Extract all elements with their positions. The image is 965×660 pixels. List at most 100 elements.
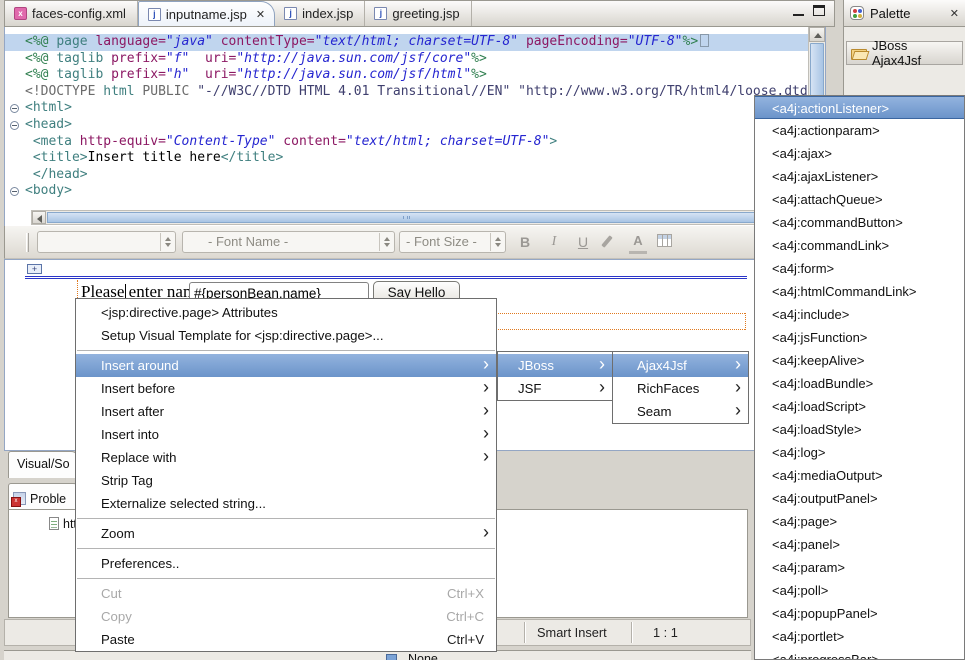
- menu-item-jboss[interactable]: JBoss›: [498, 354, 612, 377]
- menu-item-copy[interactable]: CopyCtrl+C: [76, 605, 496, 628]
- close-icon[interactable]: ✕: [950, 7, 959, 20]
- palette-item-a4j-loadstyle[interactable]: <a4j:loadStyle>: [755, 418, 964, 441]
- palette-item-a4j-ajaxlistener[interactable]: <a4j:ajaxListener>: [755, 165, 964, 188]
- menu-item-replace-with[interactable]: Replace with›: [76, 446, 496, 469]
- palette-item-a4j-commandbutton[interactable]: <a4j:commandButton>: [755, 211, 964, 234]
- menu-item-externalize-selected-string[interactable]: Externalize selected string...: [76, 492, 496, 515]
- menu-item-cut[interactable]: CutCtrl+X: [76, 582, 496, 605]
- code-line[interactable]: <head>: [5, 117, 808, 134]
- menu-item-label: Strip Tag: [101, 469, 484, 492]
- palette-item-a4j-portlet[interactable]: <a4j:portlet>: [755, 625, 964, 648]
- fold-collapse-icon[interactable]: [10, 104, 19, 113]
- status-divider: [631, 622, 632, 643]
- table-icon[interactable]: [657, 234, 672, 247]
- format-toolbar: - Font Name - - Font Size - B I U A: [4, 226, 835, 259]
- menu-item-insert-after[interactable]: Insert after›: [76, 400, 496, 423]
- code-line[interactable]: <%@ taglib prefix="f" uri="http://java.s…: [5, 51, 808, 68]
- palette-item-a4j-param[interactable]: <a4j:param>: [755, 556, 964, 579]
- menu-item-ajax4jsf[interactable]: Ajax4Jsf›: [613, 354, 748, 377]
- tab-visual-source[interactable]: Visual/So: [8, 451, 80, 478]
- code-line[interactable]: <body>: [5, 183, 808, 200]
- spinner-icon[interactable]: [379, 233, 393, 251]
- palette-tabbar[interactable]: Palette ✕: [844, 0, 965, 27]
- fold-collapse-icon[interactable]: [10, 187, 19, 196]
- horizontal-scrollbar[interactable]: [31, 210, 806, 225]
- palette-item-a4j-actionlistener[interactable]: <a4j:actionListener>: [755, 96, 964, 119]
- editor-tab-faces-config-xml[interactable]: faces-config.xml: [5, 1, 138, 26]
- code-line[interactable]: <%@ taglib prefix="h" uri="http://java.s…: [5, 67, 808, 84]
- font-color-button[interactable]: A: [629, 231, 647, 254]
- palette-item-a4j-popuppanel[interactable]: <a4j:popupPanel>: [755, 602, 964, 625]
- code-line[interactable]: </head>: [5, 167, 808, 184]
- palette-item-a4j-loadbundle[interactable]: <a4j:loadBundle>: [755, 372, 964, 395]
- font-size-combo[interactable]: - Font Size -: [399, 231, 506, 253]
- palette-item-a4j-progressbar[interactable]: <a4j:progressBar>: [755, 648, 964, 660]
- palette-item-a4j-page[interactable]: <a4j:page>: [755, 510, 964, 533]
- menu-item-insert-before[interactable]: Insert before›: [76, 377, 496, 400]
- menu-item-setup-visual-template-for-jsp-directive-page[interactable]: Setup Visual Template for <jsp:directive…: [76, 324, 496, 347]
- close-icon[interactable]: ✕: [256, 8, 265, 21]
- code-line[interactable]: <!DOCTYPE html PUBLIC "-//W3C//DTD HTML …: [5, 84, 808, 101]
- scrollbar-thumb[interactable]: [47, 212, 758, 223]
- plus-expand-icon[interactable]: +: [27, 264, 42, 274]
- palette-item-a4j-log[interactable]: <a4j:log>: [755, 441, 964, 464]
- menu-item-seam[interactable]: Seam›: [613, 400, 748, 423]
- maximize-icon[interactable]: [813, 5, 825, 16]
- code-line[interactable]: <title>Insert title here</title>: [5, 150, 808, 167]
- menu-item-label: Paste: [101, 628, 437, 651]
- menu-item-paste[interactable]: PasteCtrl+V: [76, 628, 496, 651]
- menu-item-strip-tag[interactable]: Strip Tag: [76, 469, 496, 492]
- code-area[interactable]: <%@ page language="java" contentType="te…: [5, 27, 808, 209]
- menu-item-label: Insert into: [101, 423, 484, 446]
- palette-item-a4j-ajax[interactable]: <a4j:ajax>: [755, 142, 964, 165]
- toolbar-handle[interactable]: [26, 233, 29, 252]
- minimize-icon[interactable]: [793, 5, 804, 16]
- palette-item-a4j-commandlink[interactable]: <a4j:commandLink>: [755, 234, 964, 257]
- palette-item-a4j-include[interactable]: <a4j:include>: [755, 303, 964, 326]
- menu-item-richfaces[interactable]: RichFaces›: [613, 377, 748, 400]
- palette-item-a4j-loadscript[interactable]: <a4j:loadScript>: [755, 395, 964, 418]
- palette-item-a4j-htmlcommandlink[interactable]: <a4j:htmlCommandLink>: [755, 280, 964, 303]
- palette-item-a4j-poll[interactable]: <a4j:poll>: [755, 579, 964, 602]
- scroll-left-icon[interactable]: [32, 211, 46, 224]
- code-line[interactable]: <html>: [5, 100, 808, 117]
- menu-item-label: Insert after: [101, 400, 484, 423]
- palette-drawer-jboss-ajax4jsf[interactable]: JBoss Ajax4Jsf: [846, 41, 963, 65]
- tab-label: greeting.jsp: [392, 6, 459, 21]
- palette-item-a4j-attachqueue[interactable]: <a4j:attachQueue>: [755, 188, 964, 211]
- fold-collapse-icon[interactable]: [10, 121, 19, 130]
- menu-separator: [76, 515, 496, 522]
- highlight-pen-icon[interactable]: [601, 235, 612, 248]
- menu-item-preferences[interactable]: Preferences..: [76, 552, 496, 575]
- palette-item-a4j-outputpanel[interactable]: <a4j:outputPanel>: [755, 487, 964, 510]
- menu-item-jsf[interactable]: JSF›: [498, 377, 612, 400]
- menu-item-zoom[interactable]: Zoom›: [76, 522, 496, 545]
- code-line[interactable]: <%@ page language="java" contentType="te…: [5, 34, 808, 51]
- bold-button[interactable]: B: [513, 231, 537, 254]
- style-combo[interactable]: [37, 231, 176, 253]
- palette-item-a4j-mediaoutput[interactable]: <a4j:mediaOutput>: [755, 464, 964, 487]
- editor-tab-inputname-jsp[interactable]: inputname.jsp✕: [138, 1, 275, 26]
- menu-item-label: Ajax4Jsf: [637, 354, 736, 377]
- code-line[interactable]: <meta http-equiv="Content-Type" content=…: [5, 134, 808, 151]
- spinner-icon[interactable]: [490, 233, 504, 251]
- tab-label: index.jsp: [302, 6, 353, 21]
- editor-tab-index-jsp[interactable]: index.jsp: [275, 1, 365, 26]
- palette-item-a4j-jsfunction[interactable]: <a4j:jsFunction>: [755, 326, 964, 349]
- font-name-combo[interactable]: - Font Name -: [182, 231, 395, 253]
- editor-tab-greeting-jsp[interactable]: greeting.jsp: [365, 1, 471, 26]
- palette-item-a4j-panel[interactable]: <a4j:panel>: [755, 533, 964, 556]
- italic-button[interactable]: I: [542, 231, 566, 254]
- spinner-icon[interactable]: [160, 233, 174, 251]
- element-outline: [745, 313, 746, 330]
- palette-item-a4j-form[interactable]: <a4j:form>: [755, 257, 964, 280]
- menu-item-insert-into[interactable]: Insert into›: [76, 423, 496, 446]
- menu-item-jsp-directive-page-attributes[interactable]: <jsp:directive.page> Attributes: [76, 301, 496, 324]
- palette-item-a4j-actionparam[interactable]: <a4j:actionparam>: [755, 119, 964, 142]
- underline-button[interactable]: U: [571, 231, 595, 254]
- tab-problems[interactable]: Proble: [8, 483, 82, 509]
- palette-item-a4j-keepalive[interactable]: <a4j:keepAlive>: [755, 349, 964, 372]
- menu-item-insert-around[interactable]: Insert around›: [76, 354, 496, 377]
- ide-window: faces-config.xmlinputname.jsp✕ index.jsp g…: [0, 0, 965, 660]
- scroll-up-icon[interactable]: [809, 27, 825, 42]
